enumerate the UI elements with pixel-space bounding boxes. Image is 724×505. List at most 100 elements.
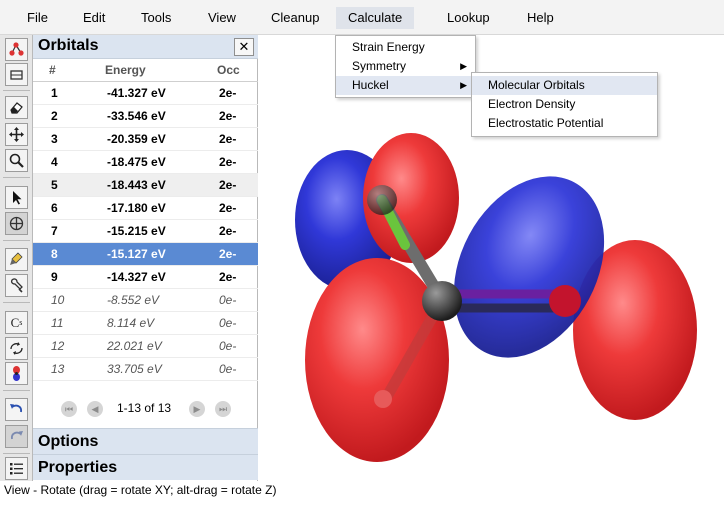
undo-icon[interactable] [5, 398, 28, 421]
orbitals-panel-title: Orbitals [38, 37, 99, 54]
symmetry-cs-icon[interactable]: Cs [5, 311, 28, 334]
orbital-number: 4 [51, 155, 58, 169]
orbital-number: 8 [51, 247, 58, 261]
menu-lookup[interactable]: Lookup [441, 7, 496, 29]
table-row[interactable]: 5 -18.443 eV 2e- [33, 174, 258, 197]
last-page-icon[interactable]: ⏭ [215, 401, 231, 417]
orbital-number: 6 [51, 201, 58, 215]
menu-calculate[interactable]: Calculate [336, 7, 415, 29]
orbital-number: 11 [51, 316, 64, 330]
clean-3d-icon[interactable] [5, 337, 28, 360]
molecule-template-icon[interactable] [5, 38, 28, 61]
menu-item-label: Strain Energy [352, 40, 425, 54]
orbitals-panel: Orbitals ✕ # Energy Occ 1 -41.327 eV 2e- 2… [33, 35, 258, 481]
orbital-occupancy: 2e- [219, 155, 237, 169]
center-icon[interactable] [5, 212, 28, 235]
orbital-number: 5 [51, 178, 58, 192]
calculate-menu: Strain Energy Symmetry ▶ Huckel ▶ [335, 35, 476, 98]
redo-icon[interactable] [5, 425, 28, 448]
orbital-energy: -8.552 eV [107, 293, 160, 307]
menu-item-label: Electrostatic Potential [488, 116, 604, 130]
menu-bar: File Edit Tools View Cleanup Calculate L… [0, 0, 724, 35]
column-header-energy[interactable]: Energy [105, 59, 146, 81]
menu-edit[interactable]: Edit [77, 7, 111, 29]
table-row[interactable]: 11 8.114 eV 0e- [33, 312, 258, 335]
toolbar-divider [3, 177, 30, 178]
left-toolbar: Cs [0, 35, 33, 481]
orbital-occupancy: 0e- [219, 316, 237, 330]
toolbar-divider [3, 453, 30, 454]
cs-subscript: s [19, 318, 23, 327]
ring-template-icon[interactable] [5, 63, 28, 86]
close-icon[interactable]: ✕ [234, 38, 254, 56]
table-row[interactable]: 7 -15.215 eV 2e- [33, 220, 258, 243]
orbital-energy: -18.475 eV [107, 155, 166, 169]
orbital-energy: -14.327 eV [107, 270, 166, 284]
orbital-energy: -15.215 eV [107, 224, 166, 238]
atom [374, 390, 392, 408]
table-row[interactable]: 2 -33.546 eV 2e- [33, 105, 258, 128]
table-row[interactable]: 12 22.021 eV 0e- [33, 335, 258, 358]
clean-icon[interactable] [5, 248, 28, 271]
orbital-number: 2 [51, 109, 58, 123]
move-icon[interactable] [5, 123, 28, 146]
toolbar-divider [3, 240, 30, 241]
select-arrow-icon[interactable] [5, 186, 28, 209]
orbital-occupancy: 2e- [219, 132, 237, 146]
menu-item-electrostatic-potential[interactable]: Electrostatic Potential [472, 114, 657, 133]
table-row[interactable]: 6 -17.180 eV 2e- [33, 197, 258, 220]
toolbar-divider [3, 90, 30, 91]
menu-view[interactable]: View [202, 7, 242, 29]
menu-item-huckel[interactable]: Huckel ▶ [336, 76, 475, 95]
orbital-occupancy: 2e- [219, 178, 237, 192]
eraser-icon[interactable] [5, 96, 28, 119]
atom [422, 281, 462, 321]
orbital-occupancy: 2e- [219, 109, 237, 123]
next-page-icon[interactable]: ▶ [189, 401, 205, 417]
menu-help[interactable]: Help [521, 7, 560, 29]
orbital-icon[interactable] [5, 362, 28, 385]
orbital-occupancy: 2e- [219, 86, 237, 100]
table-row[interactable]: 13 33.705 eV 0e- [33, 358, 258, 381]
status-bar: View - Rotate (drag = rotate XY; alt-dra… [0, 481, 724, 505]
list-icon[interactable] [5, 457, 28, 480]
orbital-energy: -18.443 eV [107, 178, 166, 192]
zoom-icon[interactable] [5, 149, 28, 172]
orbitals-panel-header[interactable]: Orbitals ✕ [33, 35, 258, 59]
orbital-number: 3 [51, 132, 58, 146]
menu-file[interactable]: File [21, 7, 54, 29]
menu-item-molecular-orbitals[interactable]: Molecular Orbitals [472, 76, 657, 95]
orbital-occupancy: 2e- [219, 247, 237, 261]
table-row[interactable]: 9 -14.327 eV 2e- [33, 266, 258, 289]
orbital-occupancy: 0e- [219, 339, 237, 353]
orbital-occupancy: 0e- [219, 293, 237, 307]
table-pager: ⏮ ◀ 1-13 of 13 ▶ ⏭ [33, 398, 258, 420]
orbital-occupancy: 2e- [219, 224, 237, 238]
first-page-icon[interactable]: ⏮ [61, 401, 77, 417]
options-section[interactable]: Options [33, 428, 258, 454]
table-row[interactable]: 4 -18.475 eV 2e- [33, 151, 258, 174]
huckel-submenu: Molecular Orbitals Electron Density Elec… [471, 72, 658, 137]
wrench-icon[interactable] [5, 274, 28, 297]
toolbar-divider [3, 302, 30, 303]
table-row[interactable]: 1 -41.327 eV 2e- [33, 82, 258, 105]
orbitals-table: 1 -41.327 eV 2e- 2 -33.546 eV 2e- 3 -20.359 e… [33, 82, 258, 381]
table-row-selected[interactable]: 8 -15.127 eV 2e- [33, 243, 258, 266]
menu-cleanup[interactable]: Cleanup [265, 7, 325, 29]
menu-item-label: Huckel [352, 78, 389, 92]
menu-tools[interactable]: Tools [135, 7, 177, 29]
orbital-energy: -33.546 eV [107, 109, 166, 123]
menu-item-symmetry[interactable]: Symmetry ▶ [336, 57, 475, 76]
table-row[interactable]: 3 -20.359 eV 2e- [33, 128, 258, 151]
menu-item-electron-density[interactable]: Electron Density [472, 95, 657, 114]
table-row[interactable]: 10 -8.552 eV 0e- [33, 289, 258, 312]
orbital-energy: 22.021 eV [107, 339, 162, 353]
properties-section[interactable]: Properties [33, 454, 258, 480]
menu-item-label: Molecular Orbitals [488, 78, 585, 92]
atom [367, 185, 397, 215]
prev-page-icon[interactable]: ◀ [87, 401, 103, 417]
menu-item-strain-energy[interactable]: Strain Energy [336, 38, 475, 57]
orbital-energy: -41.327 eV [107, 86, 166, 100]
column-header-number[interactable]: # [49, 59, 56, 81]
column-header-occ[interactable]: Occ [217, 59, 240, 81]
